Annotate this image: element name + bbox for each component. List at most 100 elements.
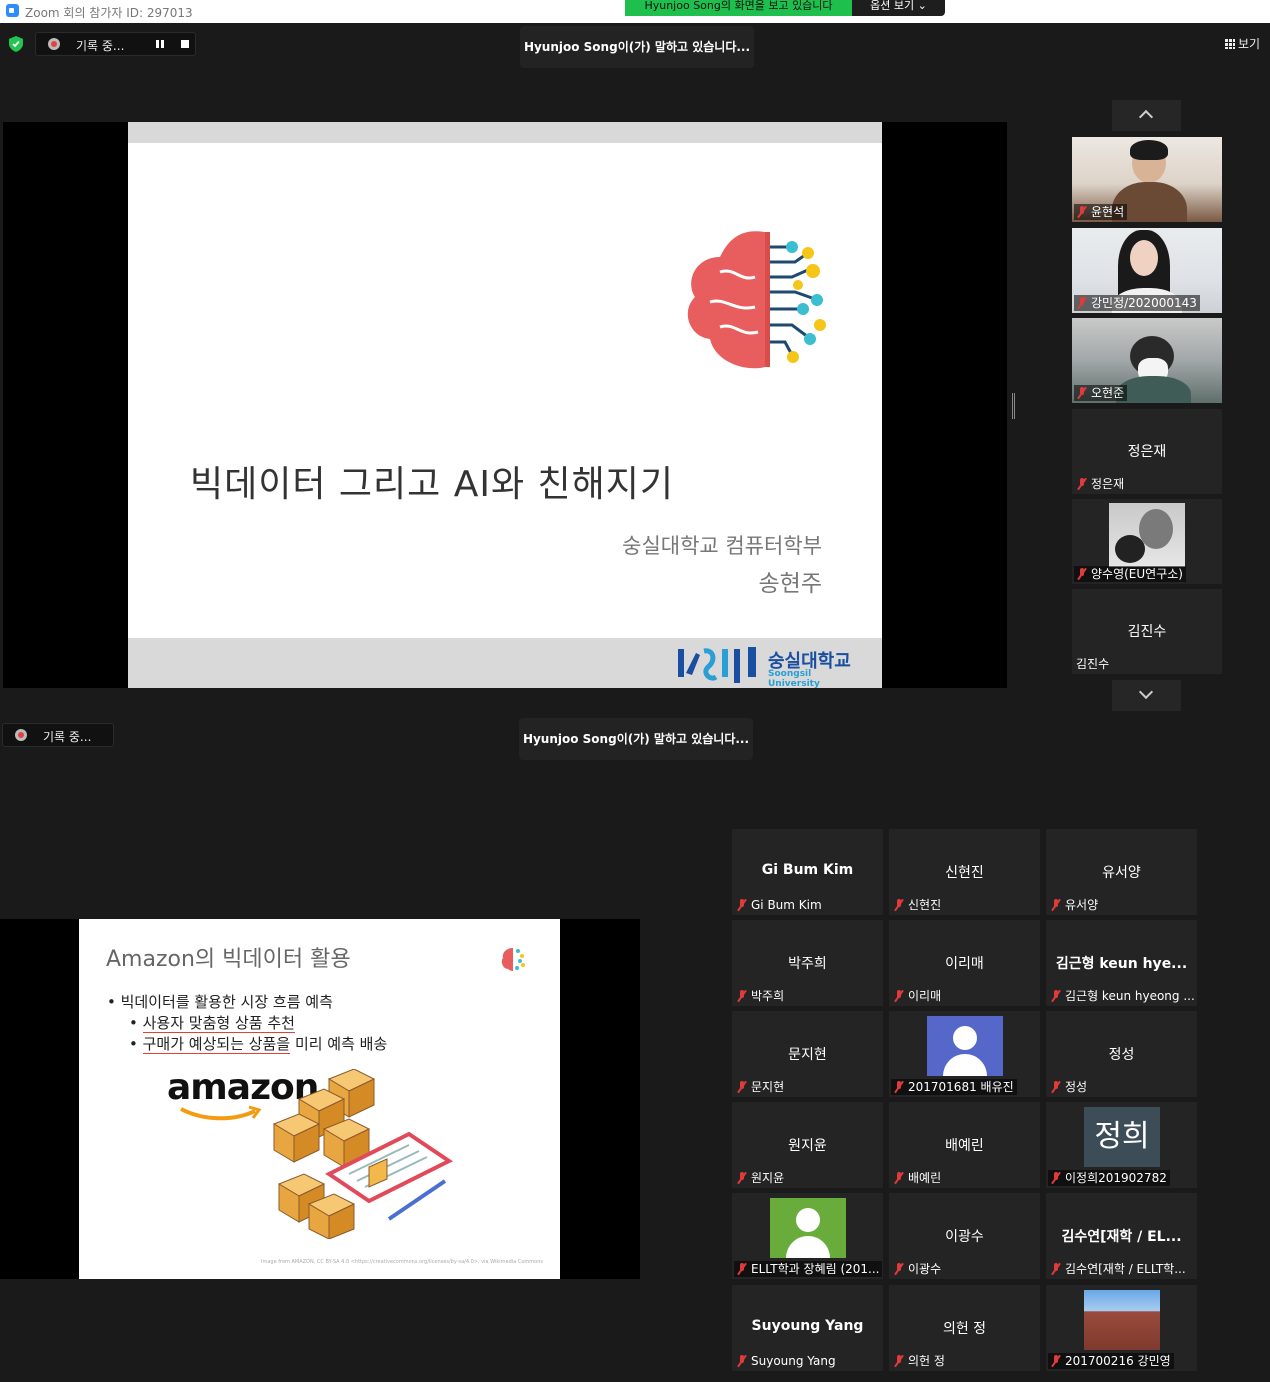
participant-name: 김진수 bbox=[1076, 657, 1110, 671]
gallery-scroll-up-button[interactable] bbox=[1112, 100, 1181, 131]
bullet-mark: • bbox=[129, 1035, 143, 1053]
chevron-down-icon bbox=[1138, 684, 1154, 700]
mic-muted-icon bbox=[1076, 387, 1088, 399]
mic-muted-icon bbox=[1050, 1355, 1062, 1367]
participant-name-label: 201701681 배유진 bbox=[891, 1079, 1017, 1095]
image-credit: Image from AMAZON, CC BY-SA 4.0 <https:/… bbox=[261, 1259, 543, 1265]
slide-bullet: • 사용자 맞춤형 상품 추천 bbox=[129, 1012, 295, 1033]
participant-display-name: 배예린 bbox=[945, 1138, 984, 1154]
split-resize-handle[interactable] bbox=[1012, 393, 1015, 419]
dog-icon bbox=[1115, 535, 1145, 563]
participant-name-label: ELLT학과 장혜림 (201... bbox=[734, 1261, 882, 1277]
participant-name-label: 유서양 bbox=[1048, 897, 1101, 913]
view-button[interactable]: 보기 bbox=[1225, 35, 1260, 52]
bullet-text: 사용자 맞춤형 상품 추천 bbox=[142, 1014, 295, 1033]
participant-name: 김수연[재학 / ELLT학... bbox=[1065, 1262, 1186, 1276]
participant-name: 오현준 bbox=[1091, 386, 1125, 400]
video-tile[interactable]: 정희이정희201902782 bbox=[1046, 1102, 1197, 1188]
recording-indicator[interactable]: 기록 중... bbox=[2, 723, 114, 747]
slide-department: 숭실대학교 컴퓨터학부 bbox=[622, 534, 822, 558]
participant-name: Gi Bum Kim bbox=[751, 898, 822, 912]
participant-display-name: 김근형 keun hye... bbox=[1055, 956, 1188, 972]
video-tile[interactable]: 오현준 bbox=[1072, 318, 1222, 403]
video-tile[interactable]: Suyoung Yang Suyoung Yang bbox=[732, 1285, 883, 1371]
mic-muted-icon bbox=[736, 1081, 748, 1093]
record-dot-icon bbox=[48, 38, 60, 50]
participant-name: 신현진 bbox=[908, 898, 942, 912]
participant-name: 201701681 배유진 bbox=[908, 1080, 1014, 1094]
stop-icon[interactable] bbox=[181, 40, 189, 48]
participant-name: 박주희 bbox=[751, 989, 785, 1003]
participant-name: 이리매 bbox=[908, 989, 942, 1003]
video-tile[interactable]: 배예린 배예린 bbox=[889, 1102, 1040, 1188]
video-tile[interactable]: 의헌 정 의헌 정 bbox=[889, 1285, 1040, 1371]
participant-body bbox=[1116, 376, 1191, 403]
participant-display-name: 신현진 bbox=[945, 865, 984, 881]
video-tile[interactable]: 강민정/202000143 bbox=[1072, 228, 1222, 313]
video-tile[interactable]: 정은재 정은재 bbox=[1072, 409, 1222, 494]
video-tile[interactable]: 원지윤 원지윤 bbox=[732, 1102, 883, 1188]
mic-muted-icon bbox=[736, 1355, 748, 1367]
video-tile[interactable]: 201701681 배유진 bbox=[889, 1011, 1040, 1097]
participant-name-label: Suyoung Yang bbox=[734, 1353, 839, 1369]
participant-name-label: 이광수 bbox=[891, 1261, 944, 1277]
participant-name: 배예린 bbox=[908, 1171, 942, 1185]
video-tile[interactable]: 김수연[재학 / EL... 김수연[재학 / ELLT학... bbox=[1046, 1193, 1197, 1279]
view-options-button[interactable]: 옵션 보기 ⌄ bbox=[852, 0, 945, 16]
video-tile[interactable]: Gi Bum Kim Gi Bum Kim bbox=[732, 829, 883, 915]
video-tile[interactable]: 이광수 이광수 bbox=[889, 1193, 1040, 1279]
screen-share-banner: Hyunjoo Song의 화면을 보고 있습니다 bbox=[625, 0, 852, 16]
text-avatar: 정희 bbox=[1084, 1107, 1160, 1167]
slide-main-title: 빅데이터 그리고 AI와 친해지기 bbox=[190, 464, 675, 505]
participant-name-label: 원지윤 bbox=[734, 1170, 787, 1186]
chevron-up-icon bbox=[1138, 109, 1154, 125]
participant-name: 윤현석 bbox=[1091, 205, 1125, 219]
video-tile[interactable]: 김근형 keun hye... 김근형 keun hyeong ... bbox=[1046, 920, 1197, 1006]
participant-name: 이광수 bbox=[908, 1262, 942, 1276]
shared-screen-top: 빅데이터 그리고 AI와 친해지기 숭실대학교 컴퓨터학부 송현주 숭실대학교 … bbox=[3, 122, 1007, 689]
participant-name-label: 정은재 bbox=[1074, 476, 1127, 492]
video-tile[interactable]: 문지현 문지현 bbox=[732, 1011, 883, 1097]
participant-display-name: 김수연[재학 / EL... bbox=[1061, 1229, 1182, 1245]
participant-name: 원지윤 bbox=[751, 1171, 785, 1185]
video-tile[interactable]: 유서양 유서양 bbox=[1046, 829, 1197, 915]
participant-name-label: 201700216 강민영 bbox=[1048, 1353, 1174, 1369]
video-tile[interactable]: 윤현석 bbox=[1072, 137, 1222, 222]
mic-muted-icon bbox=[736, 1263, 748, 1275]
delivery-boxes-illustration bbox=[272, 1069, 453, 1239]
participant-name: 정은재 bbox=[1091, 477, 1125, 491]
recording-indicator[interactable]: 기록 중... bbox=[35, 32, 196, 56]
brain-ai-icon bbox=[501, 948, 525, 971]
participant-name: 문지현 bbox=[751, 1080, 785, 1094]
mic-muted-icon bbox=[1050, 1081, 1062, 1093]
mic-muted-icon bbox=[893, 1172, 905, 1184]
video-tile[interactable]: 이리매 이리매 bbox=[889, 920, 1040, 1006]
mic-muted-icon bbox=[893, 1263, 905, 1275]
participant-name-label: Gi Bum Kim bbox=[734, 897, 825, 913]
participant-name-label: 윤현석 bbox=[1074, 204, 1128, 220]
slide-presenter-name: 송현주 bbox=[758, 571, 822, 597]
video-tile[interactable]: 정성 정성 bbox=[1046, 1011, 1197, 1097]
recording-label: 기록 중... bbox=[76, 39, 125, 53]
university-logo-mark-icon bbox=[678, 647, 756, 683]
university-logo: 숭실대학교 Soongsil University bbox=[676, 643, 861, 689]
video-tile[interactable]: 201700216 강민영 bbox=[1046, 1285, 1197, 1371]
gallery-scroll-down-button[interactable] bbox=[1112, 680, 1181, 711]
participant-display-name: 원지윤 bbox=[788, 1138, 827, 1154]
participant-display-name: 박주희 bbox=[788, 956, 827, 972]
video-tile[interactable]: 김진수 김진수 bbox=[1072, 589, 1222, 674]
video-tile[interactable]: 신현진 신현진 bbox=[889, 829, 1040, 915]
participant-name-label: 김근형 keun hyeong ... bbox=[1048, 988, 1196, 1004]
grid-icon bbox=[1225, 39, 1235, 49]
participant-name: 의헌 정 bbox=[908, 1354, 945, 1368]
participant-avatar bbox=[1109, 503, 1185, 567]
mic-muted-icon bbox=[736, 990, 748, 1002]
mic-muted-icon bbox=[893, 1081, 905, 1093]
mic-muted-icon bbox=[1076, 478, 1088, 490]
video-tile[interactable]: 양수영(EU연구소) bbox=[1072, 499, 1222, 584]
pause-icon[interactable] bbox=[156, 40, 164, 48]
participant-name-label: 이정희201902782 bbox=[1048, 1170, 1170, 1186]
video-tile[interactable]: 박주희 박주희 bbox=[732, 920, 883, 1006]
shield-icon[interactable] bbox=[9, 36, 23, 52]
video-tile[interactable]: ELLT학과 장혜림 (201... bbox=[732, 1193, 883, 1279]
